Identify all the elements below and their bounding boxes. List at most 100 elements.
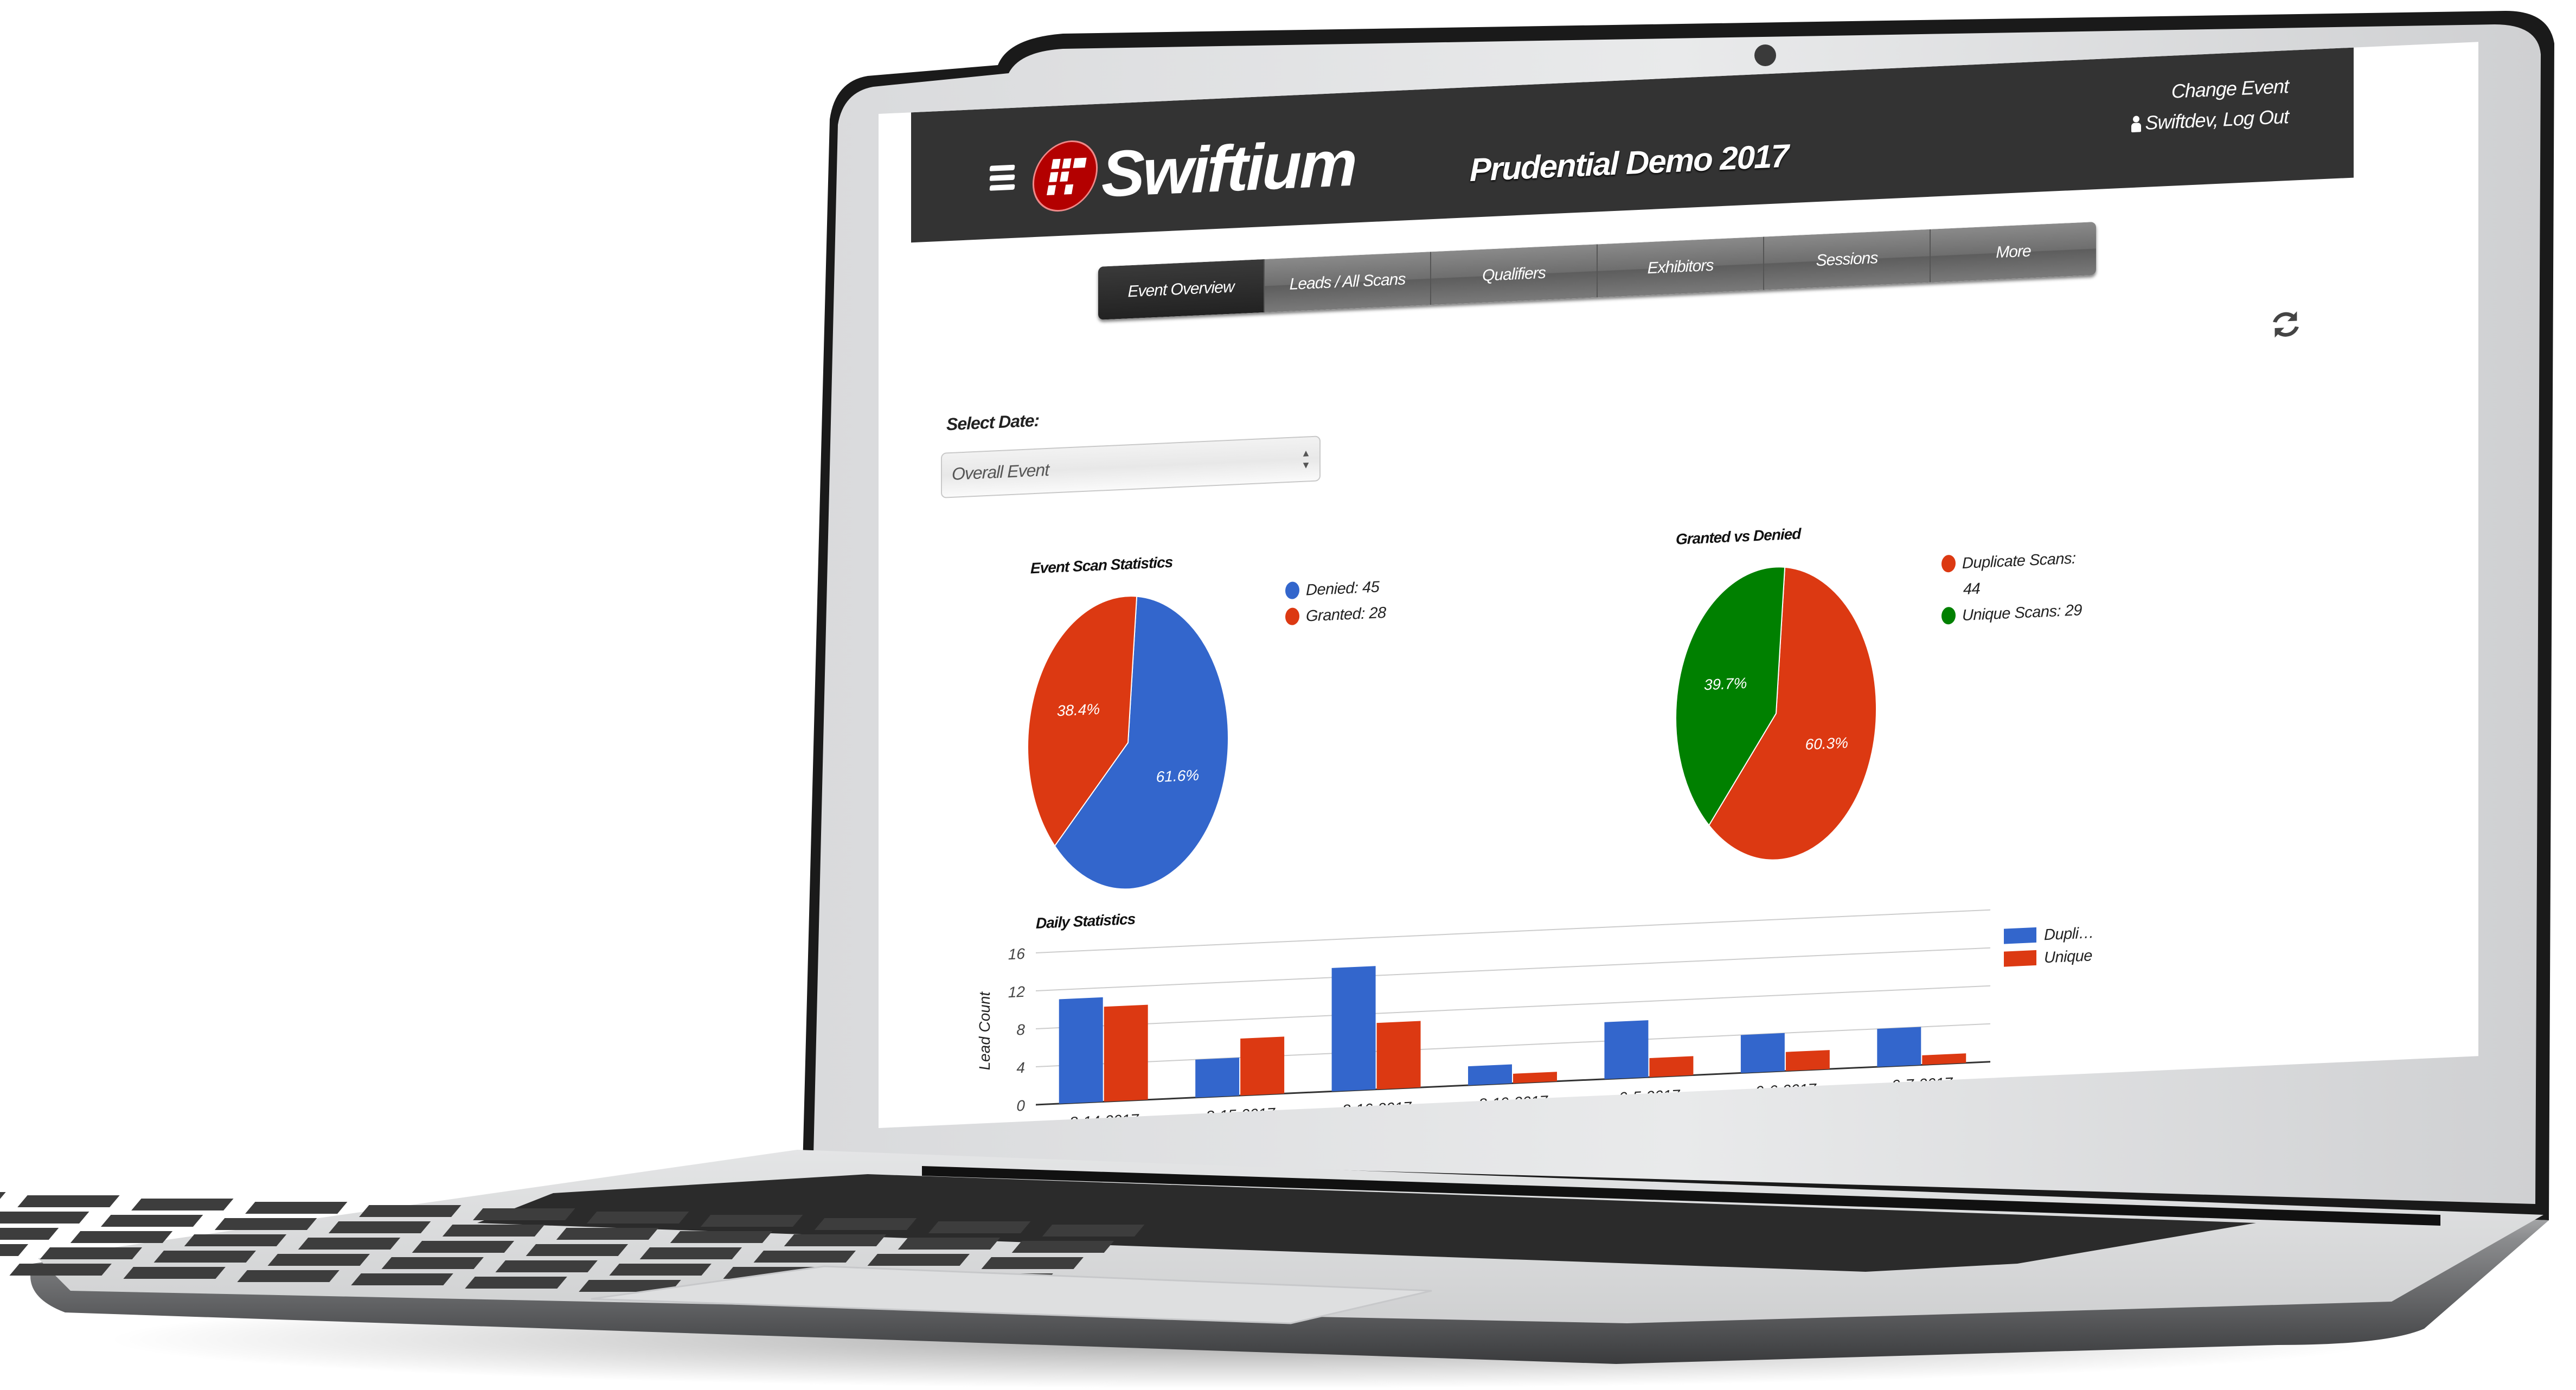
tab-qualifiers[interactable]: Qualifiers bbox=[1430, 244, 1597, 305]
key bbox=[298, 1238, 401, 1250]
tab-event-overview[interactable]: Event Overview bbox=[1098, 259, 1264, 320]
key bbox=[465, 1277, 567, 1289]
y-tick-label: 4 bbox=[1016, 1059, 1025, 1077]
key bbox=[1042, 1225, 1145, 1237]
legend-daily: Dupli… Unique bbox=[2004, 921, 2094, 971]
legend-swatch-unique-bar bbox=[2004, 950, 2036, 967]
bar-unique-8-19-2017[interactable] bbox=[1513, 1072, 1557, 1084]
key bbox=[495, 1260, 598, 1272]
gridline bbox=[1036, 1023, 1990, 1067]
bar-duplicate-8-19-2017[interactable] bbox=[1468, 1064, 1512, 1086]
key bbox=[328, 1221, 431, 1233]
key bbox=[814, 1218, 917, 1230]
bar-unique-9-6-2017[interactable] bbox=[1785, 1050, 1830, 1071]
tab-more[interactable]: More bbox=[1930, 221, 2096, 283]
bar-unique-8-14-2017[interactable] bbox=[1104, 1004, 1148, 1102]
chart-title-daily: Daily Statistics bbox=[1036, 910, 1136, 932]
bar-unique-8-16-2017[interactable] bbox=[1376, 1021, 1421, 1090]
key bbox=[351, 1273, 453, 1285]
main-tabs: Event Overview Leads / All Scans Qualifi… bbox=[1098, 221, 2096, 320]
key bbox=[17, 1195, 120, 1207]
key bbox=[131, 1199, 234, 1210]
legend-item-dupli[interactable]: Dupli… bbox=[2004, 921, 2094, 948]
tab-leads-all-scans[interactable]: Leads / All Scans bbox=[1264, 252, 1430, 313]
tab-exhibitors[interactable]: Exhibitors bbox=[1597, 236, 1763, 298]
header-account: Change Event Swiftdev, Log Out bbox=[2131, 71, 2289, 139]
key bbox=[237, 1270, 339, 1282]
user-icon bbox=[2131, 116, 2141, 132]
key bbox=[184, 1234, 287, 1246]
key bbox=[556, 1228, 659, 1240]
legend-item-granted[interactable]: Granted: 28 bbox=[1285, 600, 1386, 630]
key bbox=[214, 1218, 317, 1230]
key bbox=[609, 1264, 712, 1276]
key bbox=[981, 1257, 1084, 1269]
refresh-icon[interactable] bbox=[2267, 305, 2305, 344]
swiftium-logo-icon bbox=[1027, 139, 1104, 213]
key bbox=[928, 1221, 1031, 1233]
chart-title-granted-vs-denied: Granted vs Denied bbox=[1676, 525, 1801, 548]
legend-item-denied[interactable]: Denied: 45 bbox=[1285, 574, 1386, 604]
legend-event-scan: Denied: 45 Granted: 28 bbox=[1285, 574, 1386, 630]
key bbox=[0, 1244, 29, 1256]
key bbox=[586, 1212, 689, 1224]
event-scan-percent-label: 61.6% bbox=[1156, 766, 1199, 785]
key bbox=[40, 1247, 143, 1259]
key bbox=[700, 1215, 803, 1227]
key bbox=[473, 1208, 575, 1220]
legend-item-duplicate[interactable]: Duplicate Scans: 44 bbox=[1941, 545, 2082, 604]
legend-label-unique: Unique Scans: 29 bbox=[1962, 601, 2082, 625]
bar-duplicate-8-14-2017[interactable] bbox=[1059, 997, 1103, 1104]
event-title: Prudential Demo 2017 bbox=[1470, 137, 1788, 188]
legend-label-granted: Granted: 28 bbox=[1306, 604, 1386, 625]
legend-value-duplicate: 44 bbox=[1963, 580, 1981, 598]
key bbox=[123, 1267, 226, 1279]
legend-label-duplicate: Duplicate Scans: bbox=[1962, 549, 2076, 573]
chart-title-event-scan: Event Scan Statistics bbox=[1030, 553, 1173, 577]
gridline bbox=[1036, 947, 1990, 991]
y-tick-label: 0 bbox=[1016, 1097, 1025, 1114]
key bbox=[381, 1257, 484, 1269]
event-scan-percent-label: 38.4% bbox=[1057, 701, 1100, 720]
key bbox=[898, 1238, 1001, 1250]
bar-unique-8-15-2017[interactable] bbox=[1240, 1036, 1285, 1096]
bar-duplicate-9-5-2017[interactable] bbox=[1604, 1020, 1649, 1079]
bar-unique-9-7-2017[interactable] bbox=[1922, 1053, 1966, 1065]
bar-duplicate-9-6-2017[interactable] bbox=[1740, 1033, 1785, 1073]
bar-duplicate-8-16-2017[interactable] bbox=[1331, 966, 1376, 1092]
key bbox=[359, 1205, 462, 1217]
key bbox=[0, 1228, 59, 1240]
legend-label-denied: Denied: 45 bbox=[1306, 578, 1380, 599]
legend-item-unique[interactable]: Unique Scans: 29 bbox=[1941, 597, 2082, 630]
bar-duplicate-8-15-2017[interactable] bbox=[1195, 1058, 1240, 1098]
hamburger-icon[interactable] bbox=[989, 164, 1015, 191]
legend-swatch-granted bbox=[1285, 607, 1299, 626]
legend-swatch-denied bbox=[1285, 581, 1299, 600]
pie-chart-event-scan: 61.6% 38.4% bbox=[1027, 595, 1229, 890]
brand-logo[interactable]: Swiftium bbox=[1027, 126, 1355, 213]
key bbox=[245, 1202, 348, 1214]
app-window: Swiftium Prudential Demo 2017 Change Eve… bbox=[879, 42, 2478, 1128]
y-tick-label: 8 bbox=[1016, 1021, 1025, 1039]
bar-unique-9-5-2017[interactable] bbox=[1649, 1056, 1694, 1078]
key bbox=[670, 1231, 773, 1243]
key bbox=[0, 1212, 89, 1224]
key bbox=[267, 1254, 370, 1266]
legend-granted-vs-denied: Duplicate Scans: 44 Unique Scans: 29 bbox=[1941, 545, 2082, 630]
camera-icon bbox=[1754, 44, 1776, 66]
user-logout-link[interactable]: Swiftdev, Log Out bbox=[2131, 101, 2289, 139]
key bbox=[753, 1251, 856, 1263]
y-tick-label: 12 bbox=[1008, 983, 1026, 1001]
legend-item-unique-bar[interactable]: Unique bbox=[2004, 944, 2094, 971]
legend-label-unique-bar: Unique bbox=[2044, 947, 2092, 967]
date-select[interactable]: Overall Event ▲ ▼ bbox=[941, 435, 1321, 498]
key bbox=[9, 1264, 112, 1276]
key bbox=[639, 1247, 742, 1259]
key bbox=[70, 1231, 173, 1243]
tab-sessions[interactable]: Sessions bbox=[1763, 229, 1930, 290]
brand-name: Swiftium bbox=[1101, 126, 1355, 211]
granted-denied-percent-label: 60.3% bbox=[1805, 734, 1848, 753]
bar-duplicate-9-7-2017[interactable] bbox=[1877, 1027, 1921, 1067]
select-date-label: Select Date: bbox=[946, 410, 1040, 434]
key bbox=[100, 1215, 203, 1227]
